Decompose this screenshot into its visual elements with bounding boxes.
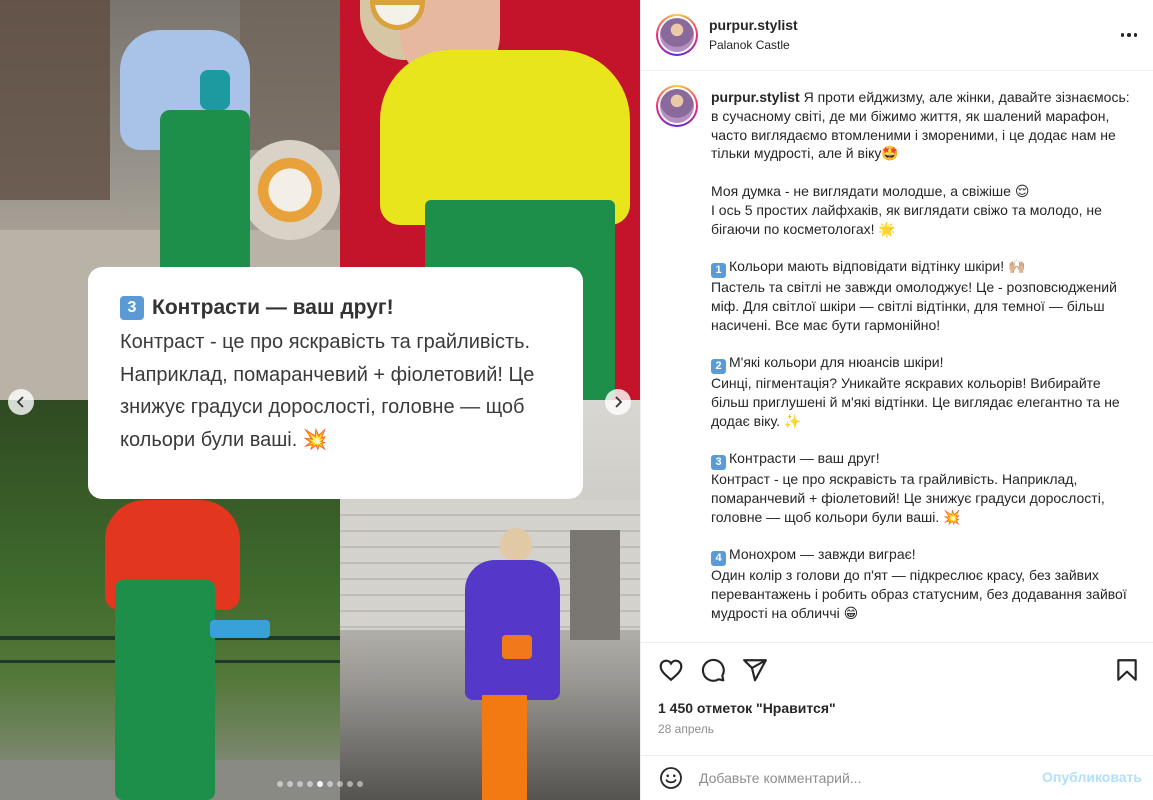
chevron-left-icon bbox=[16, 396, 24, 408]
caption-line: Контраст - це про яскравість та грайливі… bbox=[711, 470, 1131, 526]
caption-line-text: Пастель та світлі не завжди омолоджує! Ц… bbox=[711, 279, 1117, 333]
caption-line: Пастель та світлі не завжди омолоджує! Ц… bbox=[711, 278, 1131, 334]
carousel-dot bbox=[337, 781, 343, 787]
carousel-next-button[interactable] bbox=[605, 389, 631, 415]
carousel-dot bbox=[327, 781, 333, 787]
caption-line: Один колір з голови до п'ят — підкреслює… bbox=[711, 566, 1131, 622]
caption-username[interactable]: purpur.stylist bbox=[711, 89, 800, 105]
post-date: 28 апрель bbox=[658, 722, 715, 736]
carousel-dot bbox=[277, 781, 283, 787]
post-details-panel: purpur.stylist Palanok Castle purpur.sty… bbox=[640, 0, 1153, 800]
likes-count[interactable]: 1 450 отметок "Нравится" bbox=[658, 700, 836, 716]
carousel-dot bbox=[287, 781, 293, 787]
number-keycap-icon: 3 bbox=[711, 455, 726, 471]
like-button[interactable] bbox=[658, 657, 684, 683]
paper-plane-icon bbox=[743, 659, 767, 682]
comment-form: Опубликовать bbox=[641, 755, 1153, 800]
save-button[interactable] bbox=[1114, 657, 1140, 683]
comment-button[interactable] bbox=[700, 657, 726, 683]
caption-text: purpur.stylist Я проти ейджизму, але жін… bbox=[711, 88, 1131, 642]
number-keycap-icon: 4 bbox=[711, 551, 726, 567]
comment-icon bbox=[701, 658, 725, 682]
caption-heading-text: Монохром — завжди виграє! bbox=[729, 546, 916, 563]
carousel-prev-button[interactable] bbox=[8, 389, 34, 415]
caption-line: Синці, пігментація? Уникайте яскравих ко… bbox=[711, 374, 1131, 430]
caption-avatar[interactable] bbox=[656, 85, 698, 127]
smiley-icon bbox=[660, 767, 682, 789]
caption-section-heading: 4 Монохром — завжди виграє! bbox=[711, 545, 1131, 567]
slide-title-text: Контрасти — ваш друг! bbox=[152, 296, 394, 319]
caption-scroll-area[interactable]: purpur.stylist Я проти ейджизму, але жін… bbox=[641, 72, 1153, 642]
caption-section-heading: 2 М'які кольори для нюансів шкіри! bbox=[711, 353, 1131, 375]
caption-heading-text: М'які кольори для нюансів шкіри! bbox=[729, 354, 944, 371]
caption-line-text: І ось 5 простих лайфхаків, як виглядати … bbox=[711, 201, 1102, 237]
post-media[interactable]: 3 Контрасти — ваш друг! Контраст - це пр… bbox=[0, 0, 640, 800]
caption-line-text: Моя думка - не виглядати молодше, а свіж… bbox=[711, 182, 1030, 199]
avatar[interactable] bbox=[656, 14, 698, 56]
carousel-dot bbox=[307, 781, 313, 787]
post-header: purpur.stylist Palanok Castle bbox=[641, 0, 1153, 71]
caption-line: Моя думка - не виглядати молодше, а свіж… bbox=[711, 182, 1131, 201]
carousel-dot bbox=[317, 781, 323, 787]
number-keycap-icon: 3 bbox=[120, 296, 144, 320]
bookmark-icon bbox=[1117, 659, 1137, 681]
carousel-dot bbox=[297, 781, 303, 787]
post-location[interactable]: Palanok Castle bbox=[709, 38, 790, 52]
caption-section-heading: 1 Кольори мають відповідати відтінку шкір… bbox=[711, 257, 1131, 279]
author-username[interactable]: purpur.stylist bbox=[709, 17, 798, 33]
caption-section-heading: 3 Контрасти — ваш друг! bbox=[711, 449, 1131, 471]
caption-line-text: Контраст - це про яскравість та грайливі… bbox=[711, 471, 1105, 525]
slide-text-card: 3 Контрасти — ваш друг! Контраст - це пр… bbox=[88, 267, 583, 499]
caption-line: І ось 5 простих лайфхаків, як виглядати … bbox=[711, 201, 1131, 239]
caption-line: purpur.stylist Я проти ейджизму, але жін… bbox=[711, 88, 1131, 163]
heart-icon bbox=[659, 659, 683, 682]
caption-line-text: Один колір з голови до п'ят — підкреслює… bbox=[711, 567, 1127, 621]
more-options-button[interactable] bbox=[1118, 25, 1140, 45]
chevron-right-icon bbox=[615, 396, 623, 408]
carousel-dot bbox=[357, 781, 363, 787]
comment-input[interactable] bbox=[699, 768, 1039, 788]
caption-line-text: Синці, пігментація? Уникайте яскравих ко… bbox=[711, 375, 1120, 429]
more-horizontal-icon bbox=[1120, 33, 1125, 37]
number-keycap-icon: 1 bbox=[711, 263, 726, 279]
share-button[interactable] bbox=[742, 657, 768, 683]
caption-heading-text: Контрасти — ваш друг! bbox=[729, 450, 880, 467]
slide-body-text: Контраст - це про яскравість та грайливі… bbox=[120, 331, 535, 451]
carousel-dot bbox=[347, 781, 353, 787]
post-actions: 1 450 отметок "Нравится" 28 апрель bbox=[641, 642, 1153, 762]
slide-title: 3 Контрасти — ваш друг! bbox=[120, 293, 553, 323]
number-keycap-icon: 2 bbox=[711, 359, 726, 375]
carousel-indicator bbox=[0, 781, 640, 787]
publish-button[interactable]: Опубликовать bbox=[1042, 769, 1142, 785]
emoji-button[interactable] bbox=[659, 766, 683, 790]
caption-heading-text: Кольори мають відповідати відтінку шкіри… bbox=[729, 258, 1026, 275]
